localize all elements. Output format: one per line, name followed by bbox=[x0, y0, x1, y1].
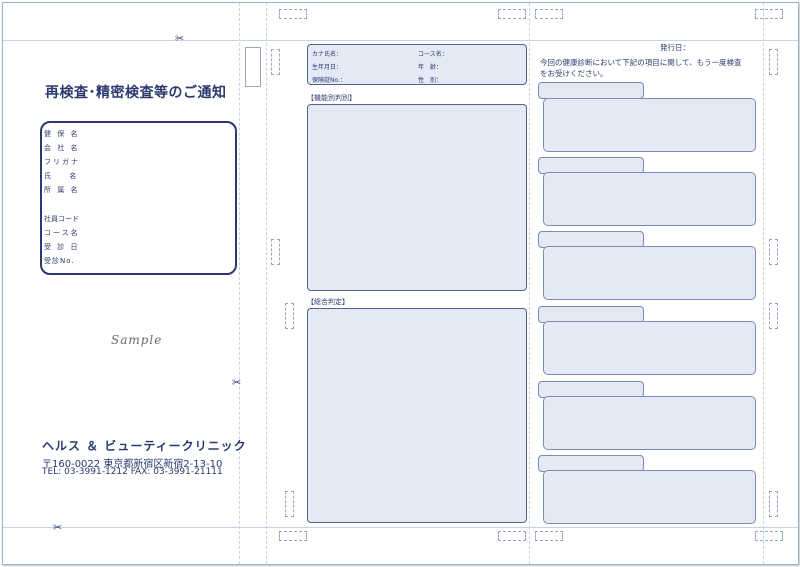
notice-line-1: 今回の健康診断において下記の項目に関して、もう一度検査 bbox=[540, 58, 742, 67]
recheck-item-box-3 bbox=[543, 246, 756, 300]
recipient-info-box: 健 保 名 会 社 名 フリガナ 氏 名 所 属 名 社員コード コース名 受 … bbox=[40, 121, 237, 275]
sample-watermark: Sample bbox=[111, 333, 163, 347]
perforation-mark bbox=[769, 491, 778, 517]
reg-mark bbox=[498, 531, 526, 541]
fold-line-3 bbox=[529, 3, 530, 564]
label-age: 年 齢： bbox=[418, 64, 443, 71]
reg-mark bbox=[498, 9, 526, 19]
label-insurance-no: 保険証No.： bbox=[312, 77, 346, 84]
field-label-furigana: フリガナ bbox=[44, 158, 80, 166]
field-label-name: 氏 名 bbox=[44, 172, 85, 180]
overall-judgment-box bbox=[307, 308, 527, 523]
guide-line-bottom bbox=[3, 527, 798, 528]
clinic-phone: TEL: 03-3991-1212 FAX: 03-3991-21111 bbox=[42, 467, 223, 477]
field-label-department: 所 属 名 bbox=[44, 186, 80, 194]
section-title-function: 【機能別判別】 bbox=[307, 94, 356, 102]
perforation-mark bbox=[769, 239, 778, 265]
label-dob: 生年月日： bbox=[312, 64, 343, 71]
section-title-overall: 【総合判定】 bbox=[307, 298, 349, 306]
reg-mark bbox=[535, 531, 563, 541]
perforation-mark bbox=[769, 49, 778, 75]
field-label-course: コース名 bbox=[44, 229, 80, 237]
recheck-item-box-6 bbox=[543, 470, 756, 524]
scissors-icon: ✂ bbox=[175, 32, 185, 45]
label-kana-name: カナ氏名： bbox=[312, 51, 343, 58]
scissors-icon: ✂ bbox=[53, 521, 63, 534]
recheck-item-box-4 bbox=[543, 321, 756, 375]
reg-mark bbox=[279, 9, 307, 19]
patient-header-box: カナ氏名： コース名： 生年月日： 年 齢： 保険証No.： 性 別： bbox=[307, 44, 527, 85]
field-label-insurer: 健 保 名 bbox=[44, 130, 80, 138]
reg-mark bbox=[755, 531, 783, 541]
recheck-item-box-2 bbox=[543, 172, 756, 226]
recheck-item-box-1 bbox=[543, 98, 756, 152]
notice-title: 再検査･精密検査等のご通知 bbox=[45, 85, 227, 101]
scissors-icon: ✂ bbox=[232, 376, 242, 389]
recheck-item-label-1 bbox=[538, 82, 644, 99]
guide-line-top bbox=[3, 40, 798, 41]
reg-mark bbox=[535, 9, 563, 19]
function-judgment-box bbox=[307, 104, 527, 291]
clinic-name: ヘルス ＆ ビューティークリニック bbox=[42, 439, 247, 453]
label-course-name: コース名： bbox=[418, 51, 448, 58]
perforation-mark bbox=[271, 49, 280, 75]
reg-mark bbox=[279, 531, 307, 541]
issue-date-label: 発行日： bbox=[660, 43, 690, 52]
field-label-exam-date: 受 診 日 bbox=[44, 243, 80, 251]
fold-line-1 bbox=[239, 3, 240, 564]
field-label-company: 会 社 名 bbox=[44, 144, 80, 152]
perforation-mark bbox=[285, 491, 294, 517]
label-gender: 性 別： bbox=[418, 77, 443, 84]
perforation-mark bbox=[245, 47, 261, 87]
field-label-employee-code: 社員コード bbox=[44, 215, 79, 223]
field-label-exam-no: 受診No. bbox=[44, 257, 75, 265]
document-sheet: ✂ ✂ ✂ 再検査･精密検査等のご通知 健 保 名 会 社 名 フリガナ 氏 名… bbox=[2, 2, 799, 565]
reg-mark bbox=[755, 9, 783, 19]
notice-line-2: をお受けください。 bbox=[540, 69, 608, 78]
recheck-item-box-5 bbox=[543, 396, 756, 450]
fold-line-4 bbox=[763, 3, 764, 564]
perforation-mark bbox=[285, 303, 294, 329]
fold-line-2 bbox=[266, 3, 267, 564]
perforation-mark bbox=[271, 239, 280, 265]
perforation-mark bbox=[769, 303, 778, 329]
